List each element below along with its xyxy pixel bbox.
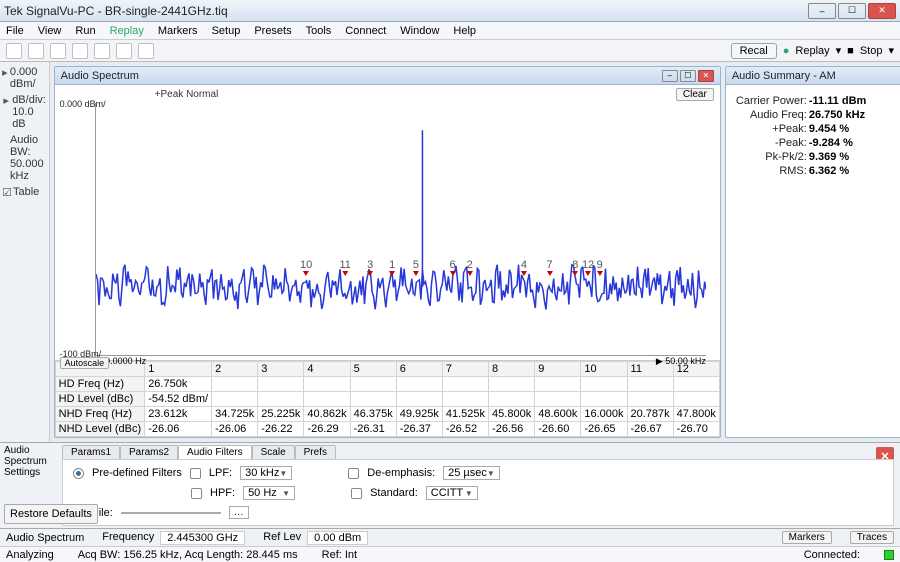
menu-tools[interactable]: Tools	[306, 25, 332, 37]
toolbar-config-icon[interactable]	[94, 43, 110, 59]
clear-button[interactable]: Clear	[676, 88, 714, 101]
marker-4[interactable]: 4	[521, 259, 527, 276]
marker-3[interactable]: 3	[367, 259, 373, 276]
audio-spectrum-pane: Audio Spectrum – ☐ ✕ +Peak Normal Clear …	[54, 66, 721, 438]
restore-defaults-button[interactable]: Restore Defaults	[4, 504, 98, 524]
marker-5[interactable]: 5	[413, 259, 419, 276]
markers-button[interactable]: Markers	[782, 531, 832, 544]
std-select[interactable]: CCITT▼	[426, 486, 478, 500]
marker-1[interactable]: 1	[389, 259, 395, 276]
connection-led-icon	[884, 550, 894, 560]
tab-params2[interactable]: Params2	[120, 445, 178, 459]
audio-summary-pane: Audio Summary - AM – ☐ ✕ Carrier Power:-…	[725, 66, 900, 438]
marker-9[interactable]: 9	[597, 259, 603, 276]
menu-setup[interactable]: Setup	[212, 25, 241, 37]
marker-10[interactable]: 10	[300, 259, 312, 276]
lpf-check[interactable]	[190, 468, 201, 479]
menu-replay[interactable]: Replay	[110, 25, 144, 37]
toolbar-print-icon[interactable]	[116, 43, 132, 59]
menu-connect[interactable]: Connect	[345, 25, 386, 37]
window-maximize-button[interactable]: ☐	[838, 3, 866, 19]
sb-abw[interactable]: Audio BW:	[10, 134, 47, 158]
tab-audio-filters[interactable]: Audio Filters	[178, 445, 252, 459]
toolbar-save-icon[interactable]	[28, 43, 44, 59]
autoscale-button[interactable]: Autoscale	[60, 357, 110, 369]
toolbar-marker-icon[interactable]	[72, 43, 88, 59]
toolbar-help-icon[interactable]	[138, 43, 154, 59]
recal-button[interactable]: Recal	[731, 43, 777, 59]
lpf-select[interactable]: 30 kHz▼	[240, 466, 292, 480]
hpf-select[interactable]: 50 Hz▼	[243, 486, 295, 500]
marker-7[interactable]: 7	[547, 259, 553, 276]
marker-6[interactable]: 6	[450, 259, 456, 276]
window-minimize-button[interactable]: –	[808, 3, 836, 19]
std-check[interactable]	[351, 488, 362, 499]
menu-view[interactable]: View	[38, 25, 62, 37]
toolbar-open-icon[interactable]	[6, 43, 22, 59]
tab-prefs[interactable]: Prefs	[295, 445, 336, 459]
peak-label: +Peak Normal	[95, 89, 676, 100]
hd-table: 123456789101112HD Freq (Hz)26.750kHD Lev…	[55, 360, 720, 437]
predef-radio[interactable]	[73, 468, 84, 479]
menu-bar: File View Run Replay Markers Setup Prese…	[0, 22, 900, 40]
marker-12[interactable]: 12	[582, 259, 594, 276]
replay-label[interactable]: Replay	[795, 45, 829, 57]
window-title: Tek SignalVu-PC - BR-single-2441GHz.tiq	[4, 4, 808, 18]
status-bar-2: Analyzing Acq BW: 156.25 kHz, Acq Length…	[0, 546, 900, 562]
menu-presets[interactable]: Presets	[254, 25, 291, 37]
file-path[interactable]	[121, 512, 221, 514]
spectrum-plot[interactable]: 0.000 dBm/ -100 dBm/ ▶ 0.0000 Hz ▶ 50.00…	[95, 103, 706, 356]
deemp-check[interactable]	[348, 468, 359, 479]
menu-file[interactable]: File	[6, 25, 24, 37]
pane-close-icon[interactable]: ✕	[698, 70, 714, 82]
settings-region: Audio Spectrum Settings ✕ Params1Params2…	[0, 442, 900, 528]
deemp-select[interactable]: 25 µsec▼	[443, 466, 500, 480]
tab-scale[interactable]: Scale	[252, 445, 295, 459]
menu-window[interactable]: Window	[400, 25, 439, 37]
file-browse[interactable]: …	[229, 506, 249, 519]
spectrum-title: Audio Spectrum	[61, 70, 660, 82]
spectrum-trace	[96, 103, 706, 355]
hpf-check[interactable]	[191, 488, 202, 499]
sb-table[interactable]: Table	[13, 186, 39, 198]
workspace: ▸0.000 dBm/ ▸dB/div:10.0 dB Audio BW:50.…	[0, 62, 900, 442]
toolbar: Recal ● Replay ▾ ■ Stop ▾	[0, 40, 900, 62]
menu-help[interactable]: Help	[453, 25, 476, 37]
menu-markers[interactable]: Markers	[158, 25, 198, 37]
freq-field[interactable]: 2.445300 GHz	[160, 531, 245, 545]
menu-run[interactable]: Run	[75, 25, 95, 37]
stop-label[interactable]: Stop	[860, 45, 883, 57]
window-close-button[interactable]: ✕	[868, 3, 896, 19]
marker-11[interactable]: 11	[339, 259, 350, 276]
reflev-field[interactable]: 0.00 dBm	[307, 531, 368, 545]
window-titlebar: Tek SignalVu-PC - BR-single-2441GHz.tiq …	[0, 0, 900, 22]
marker-2[interactable]: 2	[467, 259, 473, 276]
sb-power[interactable]: 0.000 dBm/	[10, 66, 47, 90]
status-bar-1: Audio Spectrum Frequency2.445300 GHz Ref…	[0, 528, 900, 546]
pane-min-icon[interactable]: –	[662, 70, 678, 82]
settings-label: Audio Spectrum Settings	[4, 445, 54, 478]
toolbar-add-icon[interactable]	[50, 43, 66, 59]
sb-dbdiv[interactable]: dB/div:	[12, 94, 46, 106]
traces-button[interactable]: Traces	[850, 531, 894, 544]
tab-params1[interactable]: Params1	[62, 445, 120, 459]
sidebar: ▸0.000 dBm/ ▸dB/div:10.0 dB Audio BW:50.…	[0, 62, 50, 442]
pane-max-icon[interactable]: ☐	[680, 70, 696, 82]
marker-8[interactable]: 8	[572, 259, 578, 276]
summary-title: Audio Summary - AM	[732, 70, 900, 82]
